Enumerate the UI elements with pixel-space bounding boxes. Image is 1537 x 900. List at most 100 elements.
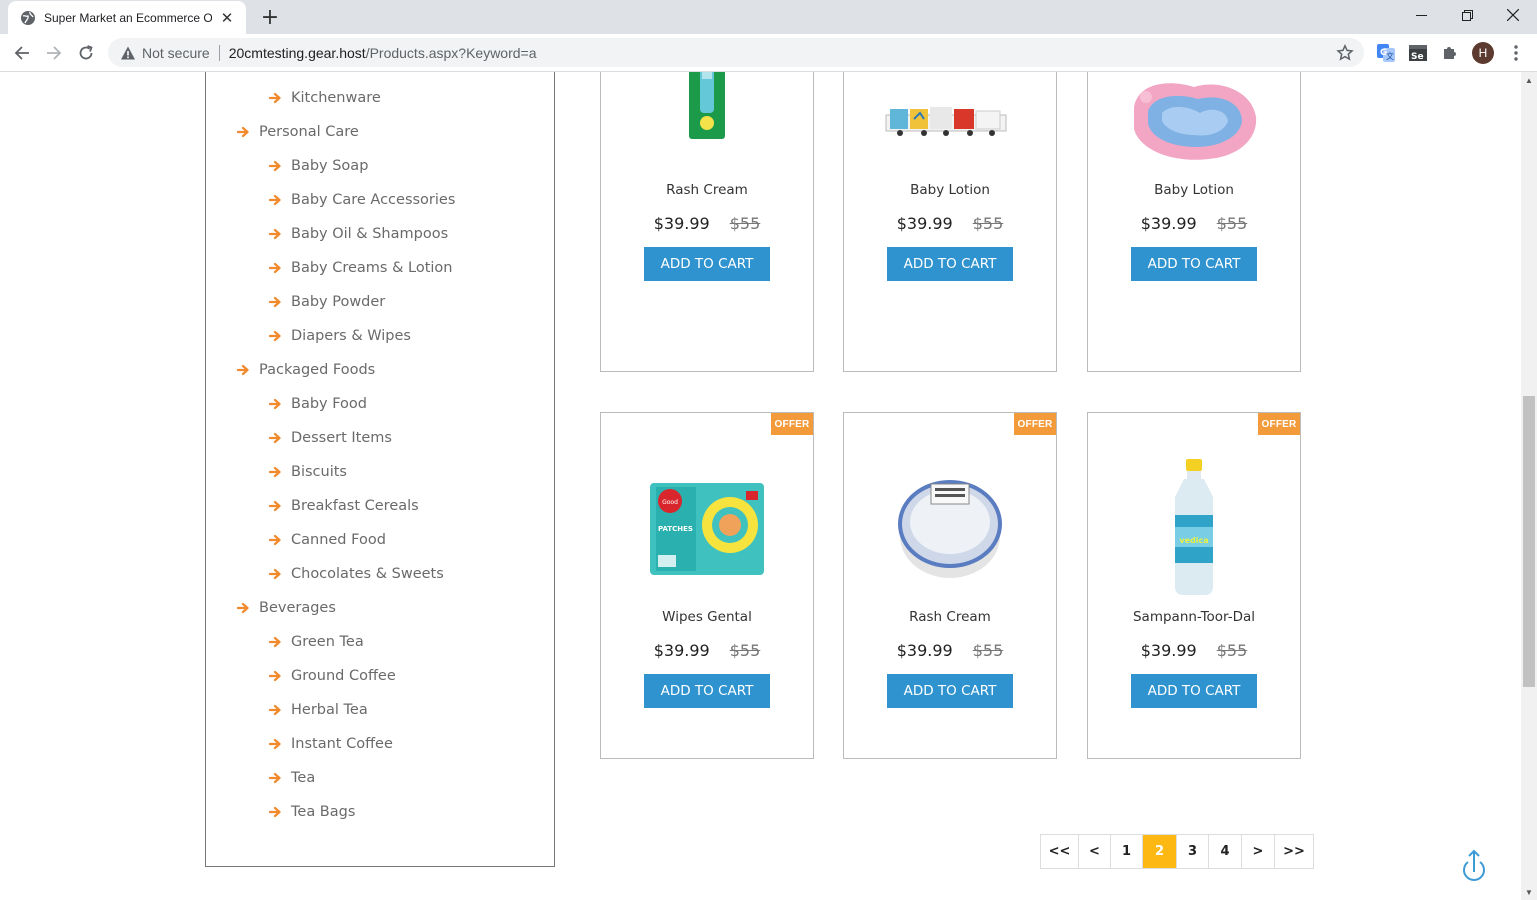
- first-page-button[interactable]: <<: [1041, 835, 1079, 868]
- page-3-button[interactable]: 3: [1177, 835, 1209, 868]
- product-image[interactable]: vedica: [1088, 437, 1300, 617]
- original-price: $55: [729, 641, 761, 660]
- subcategory-item[interactable]: Instant Coffee: [268, 736, 393, 752]
- subcategory-item[interactable]: Baby Powder: [268, 294, 386, 310]
- url-path: /Products.aspx?Keyword=a: [365, 44, 537, 61]
- arrow-right-icon: [268, 534, 281, 546]
- security-label[interactable]: Not secure: [142, 45, 210, 61]
- kebab-menu-icon: [1514, 45, 1518, 61]
- product-image[interactable]: FABRIC: [601, 72, 813, 151]
- page-2-button[interactable]: 2: [1143, 835, 1177, 868]
- tab-title: Super Market an Ecommerce Onl: [44, 10, 212, 25]
- forward-button[interactable]: [40, 39, 68, 67]
- product-image[interactable]: Good PATCHES: [601, 437, 813, 617]
- add-to-cart-button[interactable]: ADD TO CART: [1131, 674, 1257, 708]
- profile-avatar[interactable]: H: [1472, 42, 1494, 64]
- last-page-button[interactable]: >>: [1275, 835, 1313, 868]
- category-label: Beverages: [259, 600, 336, 616]
- subcategory-item[interactable]: Canned Food: [268, 532, 386, 548]
- subcategory-item[interactable]: Tea Bags: [268, 804, 355, 820]
- page-scrollbar[interactable]: ▲ ▼: [1521, 72, 1537, 900]
- subcategory-item[interactable]: Biscuits: [268, 464, 347, 480]
- arrow-right-icon: [268, 772, 281, 784]
- arrow-right-icon: [268, 568, 281, 580]
- category-sidebar: Kitchenware Personal Care Baby Soap Baby Ca…: [205, 72, 555, 867]
- puzzle-extensions-icon[interactable]: [1439, 42, 1461, 64]
- product-name[interactable]: Sampann-Toor-Dal: [1088, 609, 1300, 625]
- browser-tab[interactable]: Super Market an Ecommerce Onl ✕: [8, 1, 246, 34]
- scroll-to-top-button[interactable]: [1461, 848, 1487, 882]
- address-bar[interactable]: Not secure 20cmtesting.gear.host/Product…: [108, 38, 1364, 67]
- product-card[interactable]: FABRIC Rash Cream $39.99 $55 ADD TO CART: [600, 72, 814, 372]
- arrow-right-icon: [268, 636, 281, 648]
- product-image[interactable]: [844, 437, 1056, 617]
- offer-badge: OFFER: [771, 413, 813, 435]
- arrow-right-icon: [236, 602, 249, 614]
- product-name[interactable]: Rash Cream: [601, 182, 813, 198]
- scroll-down-arrow[interactable]: ▼: [1521, 884, 1537, 900]
- close-window-button[interactable]: [1490, 0, 1536, 30]
- category-label: Baby Powder: [291, 294, 386, 310]
- translate-extension-icon[interactable]: G文: [1375, 42, 1397, 64]
- category-label: Baby Creams & Lotion: [291, 260, 453, 276]
- product-card[interactable]: Baby Lotion $39.99 $55 ADD TO CART: [1087, 72, 1301, 372]
- subcategory-item[interactable]: Breakfast Cereals: [268, 498, 419, 514]
- product-name[interactable]: Rash Cream: [844, 609, 1056, 625]
- bookmark-star-icon[interactable]: [1336, 43, 1354, 62]
- next-page-button[interactable]: >: [1242, 835, 1275, 868]
- subcategory-item[interactable]: Herbal Tea: [268, 702, 368, 718]
- product-name[interactable]: Baby Lotion: [1088, 182, 1300, 198]
- arrow-right-icon: [268, 670, 281, 682]
- subcategory-item[interactable]: Ground Coffee: [268, 668, 396, 684]
- add-to-cart-button[interactable]: ADD TO CART: [887, 247, 1013, 281]
- prev-page-button[interactable]: <: [1079, 835, 1111, 868]
- subcategory-item[interactable]: Dessert Items: [268, 430, 392, 446]
- subcategory-item[interactable]: Green Tea: [268, 634, 364, 650]
- selenium-extension-icon[interactable]: Se: [1407, 42, 1429, 64]
- category-label: Packaged Foods: [259, 362, 376, 378]
- product-image[interactable]: [1088, 73, 1300, 169]
- product-card[interactable]: OFFER Rash Cream $39.99 $55 ADD TO CART: [843, 412, 1057, 759]
- browser-menu-button[interactable]: [1505, 42, 1527, 64]
- product-name[interactable]: Wipes Gental: [601, 609, 813, 625]
- arrow-right-icon: [268, 806, 281, 818]
- product-card[interactable]: Baby Lotion $39.99 $55 ADD TO CART: [843, 72, 1057, 372]
- url-text[interactable]: 20cmtesting.gear.host/Products.aspx?Keyw…: [229, 45, 537, 61]
- page-1-button[interactable]: 1: [1111, 835, 1143, 868]
- reload-button[interactable]: [72, 39, 100, 67]
- offer-badge: OFFER: [1258, 413, 1300, 435]
- new-tab-button[interactable]: +: [257, 5, 283, 30]
- arrow-right-icon: [268, 738, 281, 750]
- restore-button[interactable]: [1444, 0, 1490, 30]
- scroll-up-arrow[interactable]: ▲: [1521, 72, 1537, 88]
- add-to-cart-button[interactable]: ADD TO CART: [644, 674, 770, 708]
- subcategory-item[interactable]: Baby Oil & Shampoos: [268, 226, 448, 242]
- product-name[interactable]: Baby Lotion: [844, 182, 1056, 198]
- subcategory-item[interactable]: Baby Care Accessories: [268, 192, 456, 208]
- subcategory-item[interactable]: Baby Food: [268, 396, 367, 412]
- category-item[interactable]: Beverages: [236, 600, 336, 616]
- category-item[interactable]: Packaged Foods: [236, 362, 376, 378]
- subcategory-item[interactable]: Chocolates & Sweets: [268, 566, 444, 582]
- product-card[interactable]: Good PATCHES OFFER Wipes Gental $39.99 $55 ADD…: [600, 412, 814, 759]
- back-button[interactable]: [8, 39, 36, 67]
- reload-icon: [79, 45, 93, 60]
- minimize-button[interactable]: [1398, 0, 1444, 30]
- scrollbar-thumb[interactable]: [1523, 396, 1535, 687]
- subcategory-item[interactable]: Tea: [268, 770, 315, 786]
- subcategory-item[interactable]: Kitchenware: [268, 90, 381, 106]
- close-tab-icon[interactable]: ✕: [218, 9, 236, 27]
- category-item[interactable]: Personal Care: [236, 124, 359, 140]
- category-label: Diapers & Wipes: [291, 328, 411, 344]
- subcategory-item[interactable]: Baby Creams & Lotion: [268, 260, 453, 276]
- add-to-cart-button[interactable]: ADD TO CART: [887, 674, 1013, 708]
- page-4-button[interactable]: 4: [1209, 835, 1242, 868]
- category-label: Baby Care Accessories: [291, 192, 456, 208]
- subcategory-item[interactable]: Baby Soap: [268, 158, 368, 174]
- add-to-cart-button[interactable]: ADD TO CART: [644, 247, 770, 281]
- product-card[interactable]: vedica OFFER Sampann-Toor-Dal $39.99 $55 ADD …: [1087, 412, 1301, 759]
- subcategory-item[interactable]: Diapers & Wipes: [268, 328, 411, 344]
- add-to-cart-button[interactable]: ADD TO CART: [1131, 247, 1257, 281]
- arrow-right-icon: [268, 262, 281, 274]
- product-image[interactable]: [844, 73, 1056, 169]
